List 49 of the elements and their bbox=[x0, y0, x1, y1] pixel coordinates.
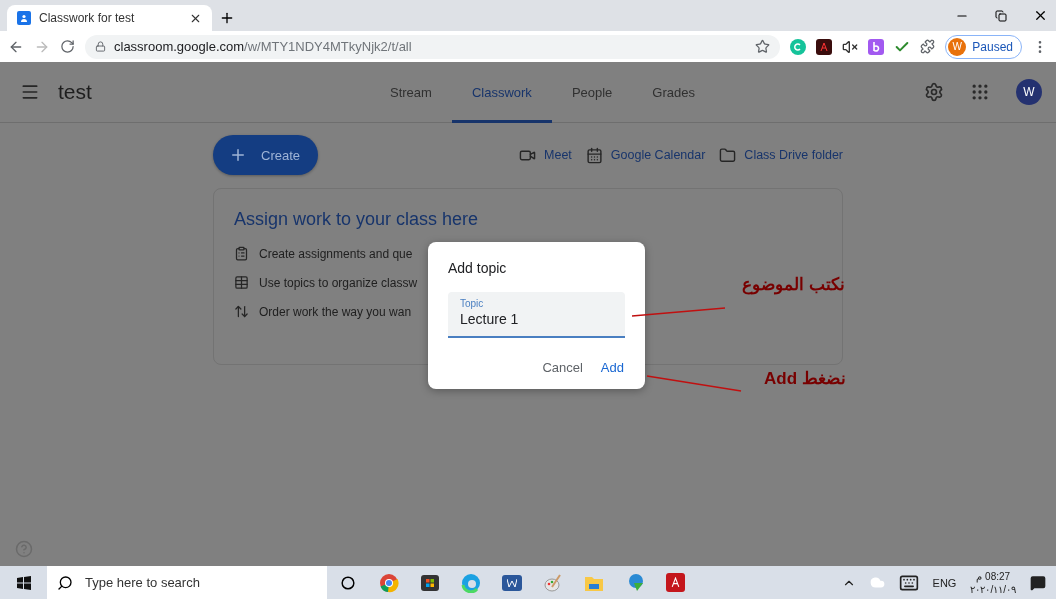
nav-tab[interactable]: Grades bbox=[632, 62, 715, 123]
plus-icon bbox=[219, 10, 235, 26]
close-icon[interactable] bbox=[1033, 8, 1048, 23]
clipboard-icon bbox=[234, 246, 249, 261]
classroom-icon bbox=[17, 11, 31, 25]
extension-icon[interactable] bbox=[868, 38, 885, 55]
nav-tab[interactable]: People bbox=[551, 62, 633, 123]
star-icon[interactable] bbox=[755, 39, 771, 54]
clock[interactable]: 08:27 م ٢٠٢٠/١١/٠٩ bbox=[970, 569, 1016, 596]
topic-field[interactable]: Topic Lecture 1 bbox=[448, 292, 625, 338]
dialog-title: Add topic bbox=[448, 260, 508, 276]
folder-icon bbox=[719, 146, 737, 164]
settings-icon[interactable] bbox=[924, 82, 944, 102]
annotation-text: نكتب الموضوع bbox=[742, 274, 845, 295]
apps-grid-icon[interactable] bbox=[970, 82, 990, 102]
toolbar-link[interactable]: Meet bbox=[519, 146, 572, 164]
extensions-icon[interactable] bbox=[920, 39, 936, 54]
browser-tab[interactable]: Classwork for test bbox=[7, 5, 212, 31]
language-indicator[interactable]: ENG bbox=[932, 576, 957, 589]
pdf-extension-icon[interactable] bbox=[816, 38, 833, 55]
lock-icon bbox=[95, 41, 106, 52]
nav-tab[interactable]: Stream bbox=[370, 62, 452, 123]
topic-input[interactable]: Lecture 1 bbox=[460, 311, 613, 327]
cancel-button[interactable]: Cancel bbox=[542, 360, 583, 375]
restore-icon[interactable] bbox=[995, 9, 1007, 22]
calendar-icon bbox=[585, 146, 603, 164]
annotation-text: نضغط Add bbox=[764, 368, 846, 389]
toolbar-link[interactable]: Google Calendar bbox=[585, 146, 706, 164]
tip-text: Order work the way you wan bbox=[259, 304, 412, 319]
url-text: classroom.google.com/w/MTY1NDY4MTkyNjk2/t/all bbox=[114, 39, 412, 54]
taskbar-search-field[interactable]: Type here to search bbox=[47, 566, 327, 599]
table-icon bbox=[234, 275, 249, 290]
confirm-button[interactable]: Add bbox=[600, 360, 624, 375]
tip-text: Create assignments and que bbox=[259, 246, 413, 261]
tip-text: Use topics to organize classw bbox=[259, 275, 418, 290]
address-field[interactable]: classroom.google.com/w/MTY1NDY4MTkyNjk2/t/all bbox=[85, 34, 781, 59]
tab-title: Classwork for test bbox=[39, 11, 136, 25]
search-icon bbox=[57, 574, 73, 591]
account-avatar[interactable]: W bbox=[1016, 79, 1042, 105]
plus-icon bbox=[229, 146, 247, 164]
notifications-icon[interactable] bbox=[1030, 574, 1046, 591]
nav-tab[interactable]: Classwork bbox=[451, 62, 552, 123]
menu-icon[interactable] bbox=[20, 82, 40, 102]
empty-state-title: Assign work to your class here bbox=[234, 209, 480, 230]
create-button[interactable]: Create bbox=[213, 135, 318, 175]
mute-icon[interactable] bbox=[842, 38, 859, 55]
reorder-icon bbox=[234, 304, 249, 319]
reload-icon[interactable] bbox=[60, 39, 75, 54]
class-name: test bbox=[58, 80, 92, 104]
